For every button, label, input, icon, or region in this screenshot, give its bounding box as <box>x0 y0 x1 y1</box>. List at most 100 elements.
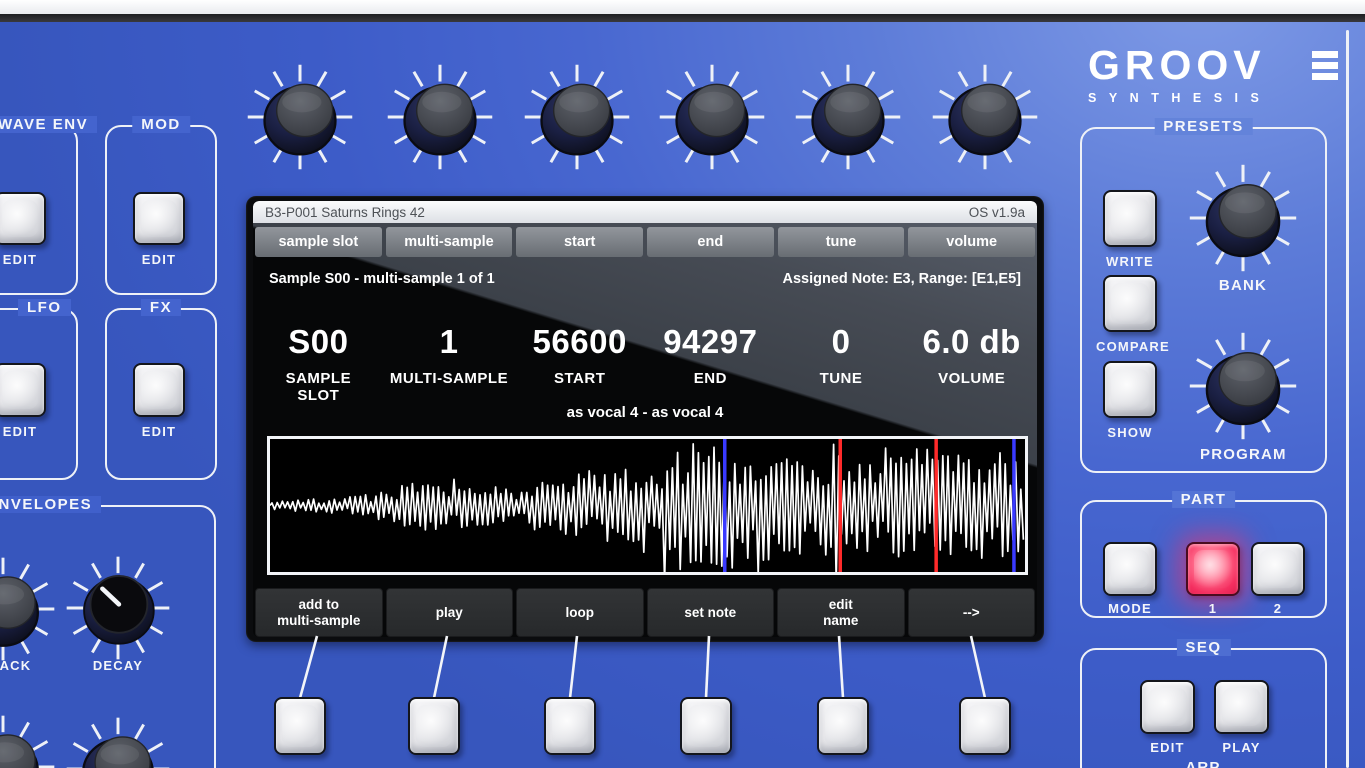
seq-play-button[interactable] <box>1214 680 1269 734</box>
soft-button-1[interactable] <box>274 697 326 755</box>
write-button-label: WRITE <box>1103 254 1157 269</box>
envelopes-section-label: ENVELOPES <box>0 496 101 513</box>
attack-knob[interactable] <box>0 554 58 664</box>
lfo-edit-label: EDIT <box>0 424 46 439</box>
tab-tune[interactable]: tune <box>778 227 905 257</box>
fx-edit-button[interactable] <box>133 363 185 417</box>
logo-e-bars-icon <box>1312 51 1338 80</box>
compare-button-label: COMPARE <box>1096 339 1164 354</box>
soft-button-5[interactable] <box>817 697 869 755</box>
bank-knob[interactable] <box>1186 161 1300 275</box>
value-sample-slot: S00 <box>253 323 384 361</box>
seq-section: SEQ <box>1080 648 1327 768</box>
part-1-label: 1 <box>1186 601 1240 616</box>
value-tune: 0 <box>776 323 907 361</box>
part-mode-button[interactable] <box>1103 542 1157 596</box>
soft-button-6[interactable] <box>959 697 1011 755</box>
panel-divider-line <box>1346 30 1349 768</box>
sample-name-subtitle: as vocal 4 - as vocal 4 <box>253 404 1037 421</box>
tab-start[interactable]: start <box>516 227 643 257</box>
value-multi-sample: 1 <box>384 323 515 361</box>
knob-5[interactable] <box>792 61 904 173</box>
show-button-label: SHOW <box>1103 425 1157 440</box>
device-top-edge <box>0 14 1365 22</box>
part-section-label: PART <box>1172 491 1236 508</box>
attack-knob-label: ATTACK <box>0 658 34 673</box>
wave-env-edit-label: EDIT <box>0 252 46 267</box>
part-2-button[interactable] <box>1251 542 1305 596</box>
soft-button-2[interactable] <box>408 697 460 755</box>
program-knob[interactable] <box>1186 329 1300 443</box>
show-button[interactable] <box>1103 361 1157 418</box>
knob-4[interactable] <box>656 61 768 173</box>
program-title: B3-P001 Saturns Rings 42 <box>265 205 425 220</box>
parameter-values: S00 1 56600 94297 0 6.0 db <box>253 323 1037 361</box>
tab-multi-sample[interactable]: multi-sample <box>386 227 513 257</box>
softkey-connector-lines <box>230 634 1060 700</box>
seq-section-label: SEQ <box>1176 639 1230 656</box>
mod-edit-label: EDIT <box>133 252 185 267</box>
decay-knob[interactable] <box>63 553 173 663</box>
knob-6[interactable] <box>929 61 1041 173</box>
arp-section-label: ARP <box>1176 759 1230 768</box>
soft-button-4[interactable] <box>680 697 732 755</box>
label-end: END <box>645 371 776 404</box>
value-volume: 6.0 db <box>906 323 1037 361</box>
label-start: START <box>514 371 645 404</box>
softkey-play[interactable]: play <box>386 588 514 637</box>
compare-button[interactable] <box>1103 275 1157 332</box>
softkey-add-to-multi-sample[interactable]: add to multi-sample <box>255 588 383 637</box>
lfo-section-label: LFO <box>18 299 71 316</box>
seq-edit-label: EDIT <box>1140 740 1195 755</box>
waveform-graphic <box>270 439 1025 572</box>
fx-edit-label: EDIT <box>133 424 185 439</box>
tab-sample-slot[interactable]: sample slot <box>255 227 382 257</box>
partial-knob-left[interactable] <box>0 712 58 768</box>
write-button[interactable] <box>1103 190 1157 247</box>
seq-edit-button[interactable] <box>1140 680 1195 734</box>
partial-knob-right[interactable] <box>63 714 173 768</box>
sample-status: Sample S00 - multi-sample 1 of 1 <box>269 271 495 287</box>
label-tune: TUNE <box>776 371 907 404</box>
label-multi-sample: MULTI-SAMPLE <box>384 371 515 404</box>
brand-word: GROOV <box>1088 42 1266 89</box>
lcd-face: sample slot multi-sample start end tune … <box>253 223 1037 637</box>
parameter-tabs: sample slot multi-sample start end tune … <box>255 227 1035 257</box>
bank-knob-label: BANK <box>1211 277 1275 294</box>
tab-end[interactable]: end <box>647 227 774 257</box>
soft-button-3[interactable] <box>544 697 596 755</box>
mod-edit-button[interactable] <box>133 192 185 245</box>
wave-env-edit-button[interactable] <box>0 192 46 245</box>
part-1-button[interactable] <box>1186 542 1240 596</box>
label-sample-slot: SAMPLE SLOT <box>253 371 384 404</box>
value-end: 94297 <box>645 323 776 361</box>
status-row: Sample S00 - multi-sample 1 of 1 Assigne… <box>253 271 1037 287</box>
softkey-next-page[interactable]: --> <box>908 588 1036 637</box>
parameter-labels: SAMPLE SLOT MULTI-SAMPLE START END TUNE … <box>253 371 1037 404</box>
waveform-display <box>267 436 1028 575</box>
part-2-label: 2 <box>1251 601 1305 616</box>
tab-volume[interactable]: volume <box>908 227 1035 257</box>
label-volume: VOLUME <box>906 371 1037 404</box>
softkey-loop[interactable]: loop <box>516 588 644 637</box>
softkey-set-note[interactable]: set note <box>647 588 775 637</box>
program-knob-label: PROGRAM <box>1200 446 1286 463</box>
softkey-row: add to multi-sample play loop set note e… <box>255 588 1035 637</box>
softkey-edit-name[interactable]: edit name <box>777 588 905 637</box>
decay-knob-label: DECAY <box>86 658 150 673</box>
knob-3[interactable] <box>521 61 633 173</box>
background-wall <box>0 0 1365 14</box>
part-mode-label: MODE <box>1103 601 1157 616</box>
knob-2[interactable] <box>384 61 496 173</box>
mod-section-label: MOD <box>132 116 190 133</box>
brand-subtitle: SYNTHESIS <box>1088 91 1338 105</box>
brand-logo: GROOV SYNTHESIS <box>1088 42 1338 105</box>
knob-1[interactable] <box>244 61 356 173</box>
seq-play-label: PLAY <box>1214 740 1269 755</box>
os-version: OS v1.9a <box>969 205 1025 220</box>
assigned-note-status: Assigned Note: E3, Range: [E1,E5] <box>783 271 1022 287</box>
lfo-edit-button[interactable] <box>0 363 46 417</box>
lcd-title-bar: B3-P001 Saturns Rings 42 OS v1.9a <box>253 201 1037 223</box>
presets-section-label: PRESETS <box>1154 118 1253 135</box>
lcd-display: B3-P001 Saturns Rings 42 OS v1.9a sample… <box>253 201 1037 637</box>
